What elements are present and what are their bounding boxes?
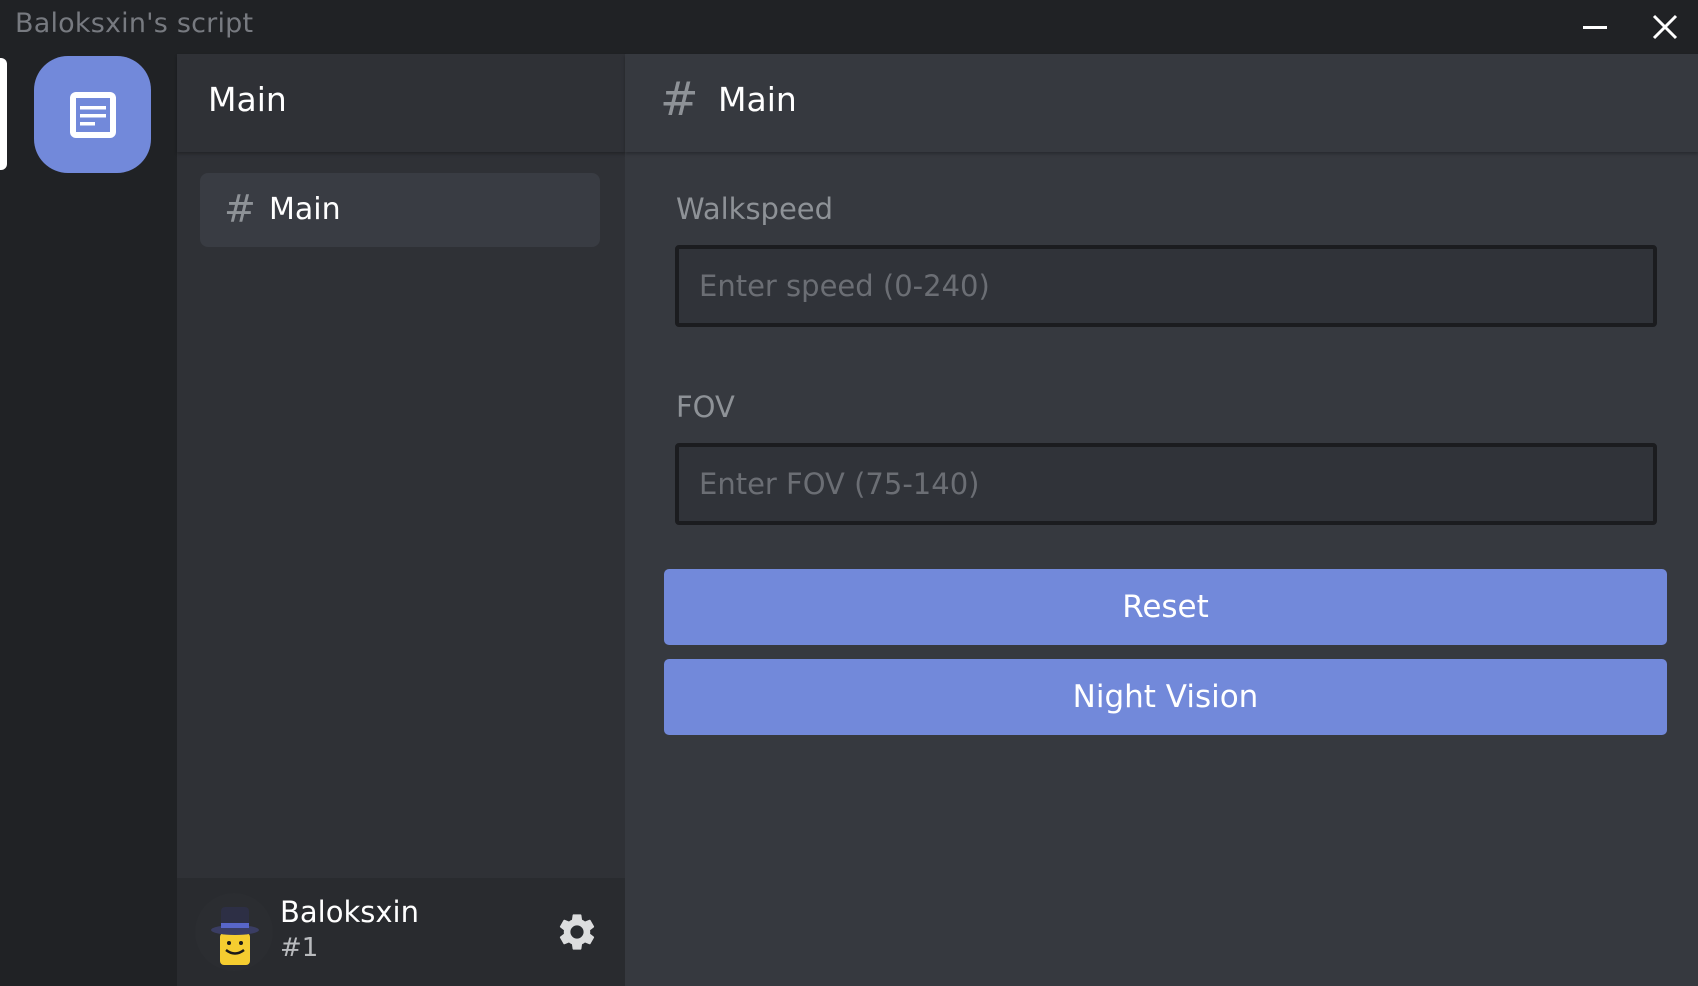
channel-item-main[interactable]: # Main xyxy=(200,173,600,247)
hash-icon: # xyxy=(660,72,699,126)
avatar[interactable] xyxy=(195,893,273,971)
minimize-icon xyxy=(1583,26,1607,29)
page-title: Main xyxy=(718,80,797,119)
fov-label: FOV xyxy=(676,390,735,424)
server-rail xyxy=(0,54,177,986)
gear-icon xyxy=(559,914,595,950)
reset-button[interactable]: Reset xyxy=(664,569,1667,645)
minimize-button[interactable] xyxy=(1574,6,1616,48)
walkspeed-input[interactable] xyxy=(675,245,1657,327)
content-header: # Main xyxy=(625,54,1698,152)
night-vision-button[interactable]: Night Vision xyxy=(664,659,1667,735)
window-title: Baloksxin's script xyxy=(15,8,254,39)
content-area: # Main Walkspeed FOV Reset Night Vision xyxy=(625,54,1698,986)
hash-icon: # xyxy=(224,187,256,231)
document-icon xyxy=(69,91,116,138)
channel-header: Main xyxy=(177,54,625,152)
selected-indicator xyxy=(0,58,7,170)
close-icon xyxy=(1652,14,1678,40)
username: Baloksxin xyxy=(280,895,419,929)
server-button[interactable] xyxy=(34,56,151,173)
settings-button[interactable] xyxy=(555,910,599,954)
fov-input[interactable] xyxy=(675,443,1657,525)
user-panel: Baloksxin #1 xyxy=(177,878,625,986)
walkspeed-label: Walkspeed xyxy=(676,192,834,226)
channel-label: Main xyxy=(269,192,341,227)
title-bar: Baloksxin's script xyxy=(0,0,1698,54)
channel-sidebar: Main # Main Baloksxin #1 xyxy=(177,54,625,986)
user-tag: #1 xyxy=(280,933,319,963)
server-title: Main xyxy=(208,80,287,119)
close-button[interactable] xyxy=(1644,6,1686,48)
